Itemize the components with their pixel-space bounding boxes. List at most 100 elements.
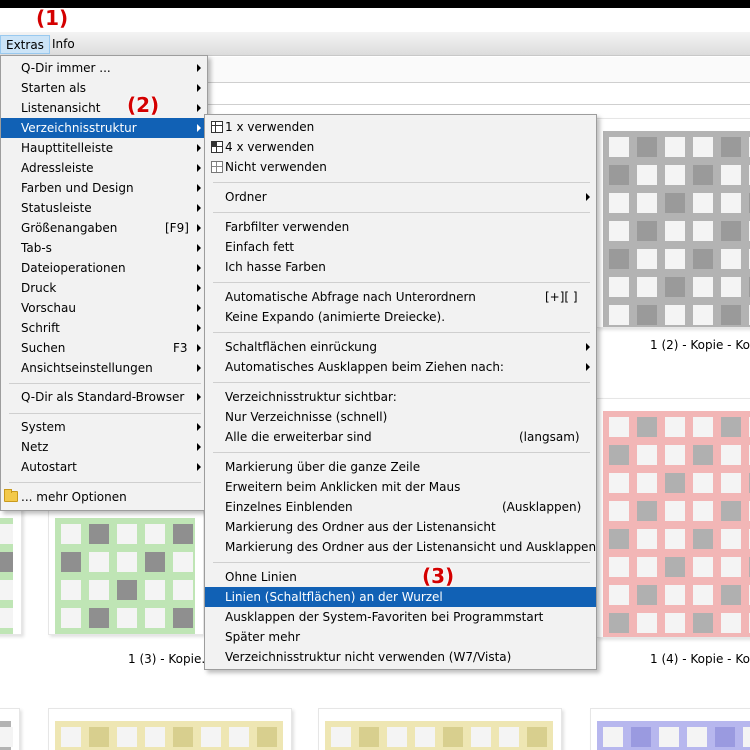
menu-item-label: ... mehr Optionen <box>21 490 127 504</box>
extras-menu-item-farben-und-design[interactable]: Farben und Design <box>1 178 207 198</box>
sub-menu-item-später-mehr[interactable]: Später mehr <box>205 627 596 647</box>
menu-item-label: Q-Dir immer ... <box>21 61 111 75</box>
extras-menu-item-haupttitelleiste[interactable]: Haupttitelleiste <box>1 138 207 158</box>
thumb-caption-1[interactable]: 1 (2) - Kopie - Kopi <box>650 338 750 352</box>
extras-menu-item-adressleiste[interactable]: Adressleiste <box>1 158 207 178</box>
menu-item-label: Druck <box>21 281 57 295</box>
thumb-caption-3[interactable]: 1 (4) - Kopie - Kopi <box>650 652 750 666</box>
folder-icon <box>4 489 18 502</box>
menu-separator <box>9 413 201 414</box>
extras-menu-item-q-dir-immer[interactable]: Q-Dir immer ... <box>1 58 207 78</box>
menu-separator <box>213 282 590 283</box>
sub-menu-item-schaltflächen-einrückung[interactable]: Schaltflächen einrückung <box>205 337 596 357</box>
submenu-arrow-icon <box>586 363 590 371</box>
sub-menu-item-ausklappen-der-system-favoriten-bei-prog[interactable]: Ausklappen der System-Favoriten bei Prog… <box>205 607 596 627</box>
menu-item-label: Ich hasse Farben <box>225 260 326 274</box>
menu-separator <box>213 212 590 213</box>
menu-item-label: Erweitern beim Anklicken mit der Maus <box>225 480 461 494</box>
extras-menu-item-system[interactable]: System <box>1 417 207 437</box>
sub-menu-item-nur-verzeichnisse-schnell[interactable]: Nur Verzeichnisse (schnell) <box>205 407 596 427</box>
sub-menu-item-4-x-verwenden[interactable]: 4 x verwenden <box>205 137 596 157</box>
submenu-arrow-icon <box>197 344 201 352</box>
sub-menu-item-markierung-über-die-ganze-zeile[interactable]: Markierung über die ganze Zeile <box>205 457 596 477</box>
submenu-arrow-icon <box>197 264 201 272</box>
verzeichnisstruktur-submenu: 1 x verwenden 4 x verwenden Nicht verwende… <box>204 114 597 670</box>
menu-info-label: Info <box>52 37 75 51</box>
menu-item-label: Ansichtseinstellungen <box>21 361 153 375</box>
thumbnail-6[interactable] <box>318 708 562 750</box>
sub-menu-item-einfach-fett[interactable]: Einfach fett <box>205 237 596 257</box>
sub-menu-item-verzeichnisstruktur-sichtbar[interactable]: Verzeichnisstruktur sichtbar: <box>205 387 596 407</box>
submenu-arrow-icon <box>197 324 201 332</box>
thumbnail-5[interactable] <box>48 708 292 750</box>
menu-info[interactable]: Info <box>47 35 80 54</box>
menu-item-label: Ausklappen der System-Favoriten bei Prog… <box>225 610 544 624</box>
extras-menu-item-mehr-optionen[interactable]: ... mehr Optionen <box>1 487 207 507</box>
sub-menu-item-farbfilter-verwenden[interactable]: Farbfilter verwenden <box>205 217 596 237</box>
sub-menu-item-ordner[interactable]: Ordner <box>205 187 596 207</box>
extras-menu-item-ansichtseinstellungen[interactable]: Ansichtseinstellungen <box>1 358 207 378</box>
thumbnail-image <box>597 721 750 750</box>
menu-item-label: Autostart <box>21 460 77 474</box>
menu-item-label: Haupttitelleiste <box>21 141 114 155</box>
menu-extras[interactable]: Extras <box>0 35 50 54</box>
sub-menu-item-alle-die-erweiterbar-sind[interactable]: Alle die erweiterbar sind (langsam) <box>205 427 596 447</box>
thumbnail-2[interactable] <box>596 398 750 638</box>
menu-item-label: Q-Dir als Standard-Browser <box>21 390 185 404</box>
thumbnail-4[interactable] <box>0 505 22 635</box>
sub-menu-item-1-x-verwenden[interactable]: 1 x verwenden <box>205 117 596 137</box>
sub-menu-item-automatisches-ausklappen-beim-ziehen-nac[interactable]: Automatisches Ausklappen beim Ziehen nac… <box>205 357 596 377</box>
menu-item-label: Starten als <box>21 81 87 95</box>
submenu-arrow-icon <box>197 84 201 92</box>
menu-item-shortcut: [+][ ] <box>545 290 578 304</box>
extras-menu-item-listenansicht[interactable]: Listenansicht <box>1 98 207 118</box>
sub-menu-item-automatische-abfrage-nach-unterordnern[interactable]: Automatische Abfrage nach Unterordnern [+… <box>205 287 596 307</box>
submenu-arrow-icon <box>197 443 201 451</box>
menu-separator <box>9 482 201 483</box>
sub-menu-item-ich-hasse-farben[interactable]: Ich hasse Farben <box>205 257 596 277</box>
extras-menu-item-größenangaben[interactable]: Größenangaben [F9] <box>1 218 207 238</box>
sub-menu-item-keine-expando-animierte-dreiecke[interactable]: Keine Expando (animierte Dreiecke). <box>205 307 596 327</box>
menu-item-label: Markierung des Ordner aus der Listenansi… <box>225 520 496 534</box>
menu-item-label: Adressleiste <box>21 161 94 175</box>
extras-menu-item-starten-als[interactable]: Starten als <box>1 78 207 98</box>
sub-menu-item-markierung-des-ordner-aus-der-listenansi[interactable]: Markierung des Ordner aus der Listenansi… <box>205 537 596 557</box>
menu-separator <box>213 182 590 183</box>
thumbnail-image <box>55 518 195 634</box>
submenu-arrow-icon <box>197 393 201 401</box>
menu-item-label: Tab-s <box>21 241 52 255</box>
sub-menu-item-linien-schaltflächen-an-der-wurzel[interactable]: Linien (Schaltflächen) an der Wurzel <box>205 587 596 607</box>
extras-menu-item-dateioperationen[interactable]: Dateioperationen <box>1 258 207 278</box>
submenu-arrow-icon <box>197 423 201 431</box>
menu-item-label: Größenangaben <box>21 221 118 235</box>
annotation-1: (1) <box>36 6 69 30</box>
sub-menu-item-einzelnes-einblenden[interactable]: Einzelnes Einblenden (Ausklappen) <box>205 497 596 517</box>
extras-menu-item-autostart[interactable]: Autostart <box>1 457 207 477</box>
sub-menu-item-markierung-des-ordner-aus-der-listenansi[interactable]: Markierung des Ordner aus der Listenansi… <box>205 517 596 537</box>
menu-item-label: Nicht verwenden <box>225 160 327 174</box>
extras-menu-item-verzeichnisstruktur[interactable]: Verzeichnisstruktur <box>1 118 207 138</box>
submenu-arrow-icon <box>197 463 201 471</box>
extras-menu-item-schrift[interactable]: Schrift <box>1 318 207 338</box>
submenu-arrow-icon <box>197 104 201 112</box>
thumbnail-1[interactable] <box>596 118 750 328</box>
extras-menu-item-q-dir-als-standard-browser[interactable]: Q-Dir als Standard-Browser <box>1 387 207 407</box>
sub-menu-item-nicht-verwenden[interactable]: Nicht verwenden <box>205 157 596 177</box>
extras-menu-item-tab-s[interactable]: Tab-s <box>1 238 207 258</box>
thumbnail-7[interactable] <box>590 708 750 750</box>
sub-menu-item-erweitern-beim-anklicken-mit-der-maus[interactable]: Erweitern beim Anklicken mit der Maus <box>205 477 596 497</box>
extras-menu-item-druck[interactable]: Druck <box>1 278 207 298</box>
submenu-arrow-icon <box>197 184 201 192</box>
menu-item-label: Dateioperationen <box>21 261 126 275</box>
sub-menu-item-ohne-linien[interactable]: Ohne Linien <box>205 567 596 587</box>
grid-four-icon <box>211 141 223 153</box>
extras-menu-item-suchen[interactable]: Suchen F3 <box>1 338 207 358</box>
thumb-caption-2[interactable]: 1 (3) - Kopie.p <box>128 652 213 666</box>
menu-item-label: Schaltflächen einrückung <box>225 340 377 354</box>
extras-menu-item-netz[interactable]: Netz <box>1 437 207 457</box>
thumbnail-8[interactable] <box>0 708 20 750</box>
sub-menu-item-verzeichnisstruktur-nicht-verwenden-w7-v[interactable]: Verzeichnisstruktur nicht verwenden (W7/… <box>205 647 596 667</box>
thumbnail-3[interactable] <box>48 505 204 635</box>
extras-menu-item-vorschau[interactable]: Vorschau <box>1 298 207 318</box>
extras-menu-item-statusleiste[interactable]: Statusleiste <box>1 198 207 218</box>
